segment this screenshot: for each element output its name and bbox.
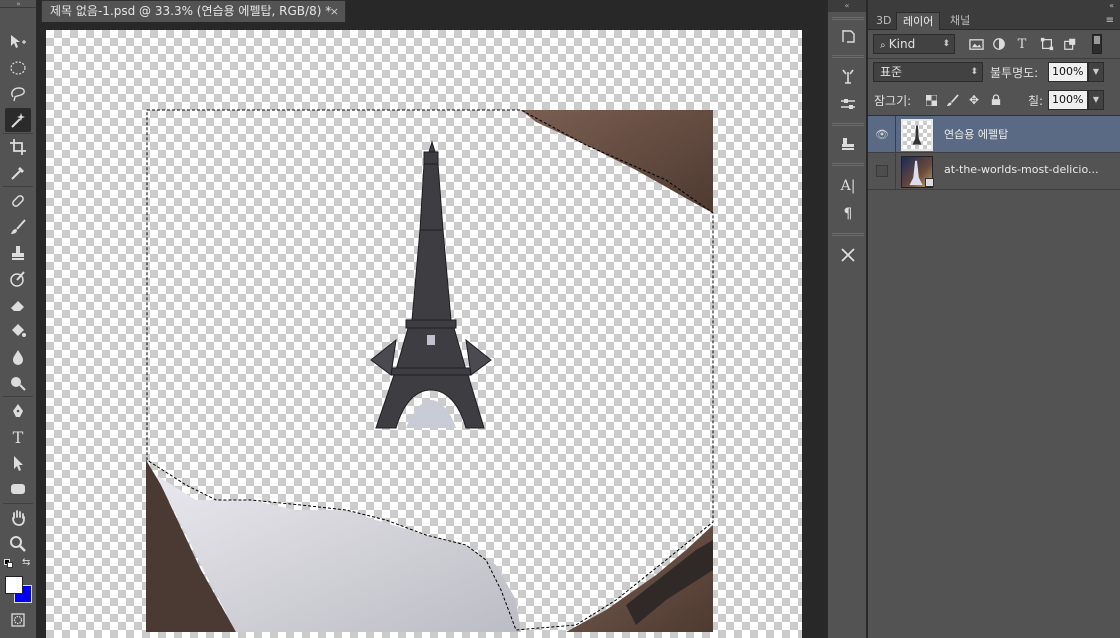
layer-row[interactable]: 👁 연습용 에펠탑 <box>868 116 1120 153</box>
toolbar-grip[interactable]: » <box>0 0 36 8</box>
panel-menu-icon[interactable]: ≡ <box>1106 15 1114 26</box>
dock-grip[interactable]: « <box>828 0 866 12</box>
tool-presets-icon[interactable] <box>836 243 860 267</box>
properties-panel-icon[interactable] <box>836 132 860 156</box>
eraser-tool-icon[interactable] <box>5 293 31 317</box>
opacity-label: 불투명도: <box>990 66 1039 80</box>
magic-wand-tool-icon[interactable] <box>5 108 31 132</box>
eiffel-tower-artwork <box>146 109 714 632</box>
photoshop-window: » T ⇆ 제목 없음-1.psd @ 33.3% (연습용 에펠탑, RGB/… <box>0 0 1120 638</box>
chevron-updown-icon: ⬍ <box>970 67 978 77</box>
blend-mode-select[interactable]: 표준 ⬍ <box>873 62 983 82</box>
layer-thumbnail <box>901 119 933 151</box>
document-canvas[interactable] <box>46 30 802 638</box>
chevron-updown-icon: ⬍ <box>942 39 950 49</box>
kind-label: Kind <box>888 37 916 51</box>
layers-list: 👁 연습용 에펠탑 at-the-worlds-most-delicio... <box>868 115 1120 638</box>
lasso-tool-icon[interactable] <box>5 82 31 106</box>
paint-bucket-tool-icon[interactable] <box>5 319 31 343</box>
eyedropper-tool-icon[interactable] <box>5 161 31 185</box>
history-panel-icon[interactable] <box>836 24 860 48</box>
panel-tabs: 3D 레이어 채널 ≡ <box>868 12 1120 30</box>
pen-tool-icon[interactable] <box>5 399 31 423</box>
layer-row[interactable]: at-the-worlds-most-delicio... <box>868 153 1120 190</box>
search-icon: ⌕ <box>880 40 889 51</box>
type-tool-icon[interactable]: T <box>5 425 31 449</box>
healing-brush-tool-icon[interactable] <box>5 189 31 213</box>
layer-filter-kind-select[interactable]: ⌕ Kind ⬍ <box>873 34 955 54</box>
smart-object-badge-icon <box>925 178 934 187</box>
canvas-area[interactable] <box>41 22 817 638</box>
fill-label: 칠: <box>1028 94 1044 108</box>
panel-divider[interactable] <box>817 0 827 638</box>
zoom-tool-icon[interactable] <box>5 532 31 556</box>
shape-filter-icon[interactable] <box>1038 35 1056 53</box>
shape-tool-icon[interactable] <box>5 477 31 501</box>
close-tab-icon[interactable]: × <box>330 1 339 22</box>
swap-colors-icon[interactable]: ⇆ <box>22 557 30 568</box>
dodge-tool-icon[interactable] <box>5 371 31 395</box>
eiffel-tower <box>370 140 492 429</box>
document-tab-title: 제목 없음-1.psd @ 33.3% (연습용 에펠탑, RGB/8) * <box>50 4 332 18</box>
image-filter-icon[interactable] <box>967 35 985 53</box>
marquee-tool-icon[interactable] <box>5 56 31 80</box>
fill-input[interactable]: 100% <box>1048 90 1088 110</box>
collapse-panel-icon[interactable]: « <box>1109 0 1114 12</box>
foreground-color-swatch[interactable] <box>5 576 23 594</box>
quick-mask-icon[interactable] <box>5 608 31 632</box>
lock-transparent-pixels-icon[interactable] <box>923 92 939 108</box>
adjustments-panel-icon[interactable] <box>836 92 860 116</box>
clone-stamp-tool-icon[interactable] <box>5 241 31 265</box>
filter-toggle-switch[interactable] <box>1092 34 1102 54</box>
panel-header: « <box>868 0 1120 12</box>
lock-image-pixels-icon[interactable] <box>944 92 960 108</box>
crop-tool-icon[interactable] <box>5 135 31 159</box>
opacity-input[interactable]: 100% <box>1048 62 1088 82</box>
tab-layers[interactable]: 레이어 <box>896 12 941 30</box>
lock-label: 잠그기: <box>874 94 912 108</box>
move-tool-icon[interactable] <box>5 30 31 54</box>
document-tab[interactable]: 제목 없음-1.psd @ 33.3% (연습용 에펠탑, RGB/8) * × <box>41 0 346 22</box>
layers-panel: « 3D 레이어 채널 ≡ ⌕ Kind ⬍ T 표준 ⬍ 불투명도: 100%… <box>868 0 1120 638</box>
hand-tool-icon[interactable] <box>5 506 31 530</box>
layer-name[interactable]: at-the-worlds-most-delicio... <box>944 163 1098 176</box>
adjustment-filter-icon[interactable] <box>990 35 1008 53</box>
history-brush-tool-icon[interactable] <box>5 267 31 291</box>
layer-name[interactable]: 연습용 에펠탑 <box>944 126 1008 142</box>
path-selection-tool-icon[interactable] <box>5 451 31 475</box>
visibility-toggle-empty[interactable] <box>876 165 888 177</box>
character-panel-icon[interactable]: A| <box>836 174 860 198</box>
tools-panel: » T ⇆ <box>0 0 37 638</box>
lock-position-icon[interactable]: ✥ <box>966 92 982 108</box>
opacity-dropdown-icon[interactable]: ▼ <box>1088 62 1104 82</box>
smart-object-filter-icon[interactable] <box>1061 35 1079 53</box>
fill-dropdown-icon[interactable]: ▼ <box>1088 90 1104 110</box>
eye-icon[interactable]: 👁 <box>874 126 890 142</box>
blur-tool-icon[interactable] <box>5 345 31 369</box>
type-filter-icon[interactable]: T <box>1013 35 1031 53</box>
blend-mode-value: 표준 <box>880 65 903 79</box>
tab-channels[interactable]: 채널 <box>944 12 976 30</box>
default-colors-icon[interactable] <box>4 559 14 569</box>
lock-all-icon[interactable] <box>988 92 1004 108</box>
brush-tool-icon[interactable] <box>5 215 31 239</box>
collapsed-panels-dock: « A| ¶ <box>827 0 867 638</box>
actions-panel-icon[interactable] <box>836 64 860 88</box>
paragraph-panel-icon[interactable]: ¶ <box>836 202 860 226</box>
tab-3d[interactable]: 3D <box>870 12 897 30</box>
